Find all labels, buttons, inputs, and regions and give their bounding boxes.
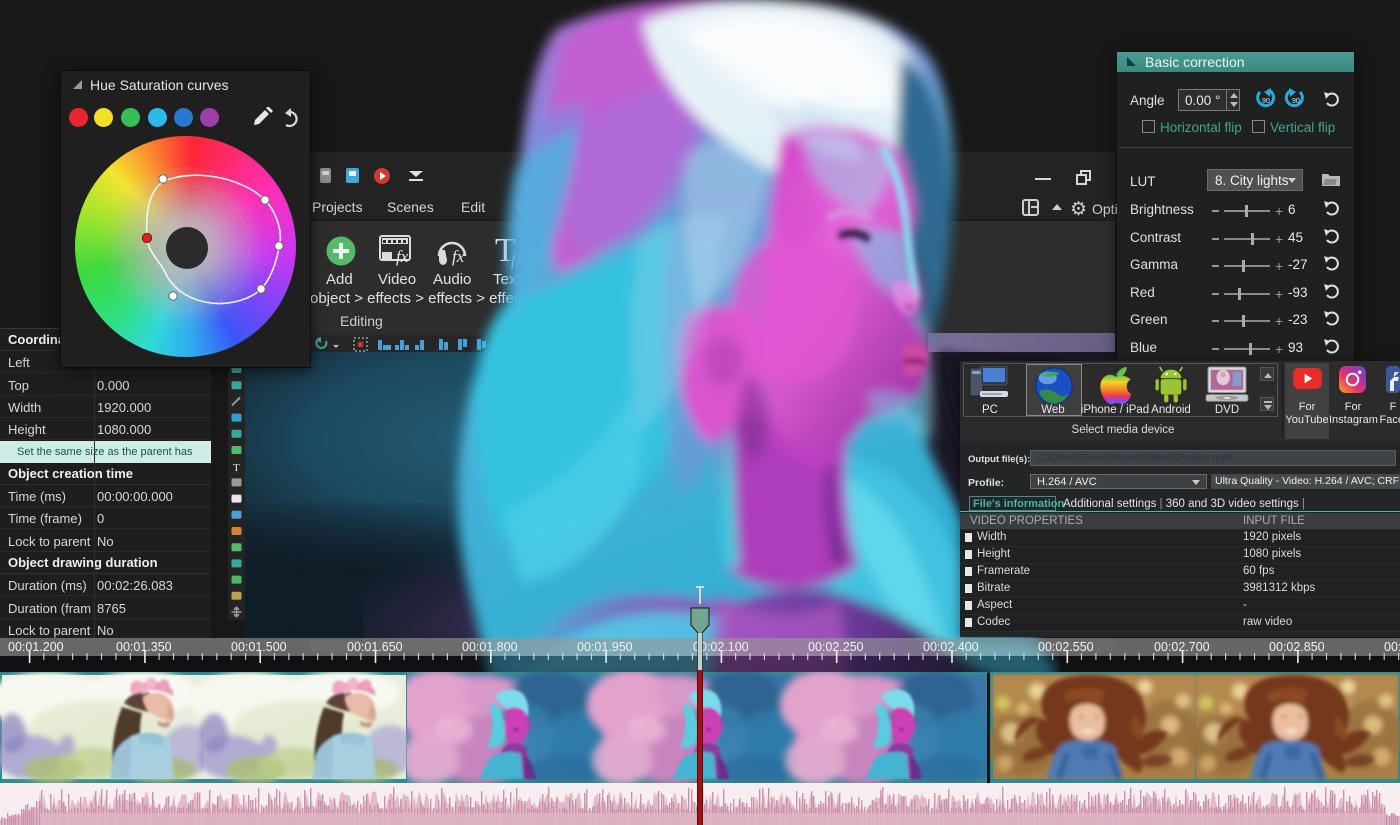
svg-text:T: T (233, 462, 240, 474)
svg-text:90: 90 (1292, 98, 1300, 105)
svg-text:90: 90 (1262, 98, 1270, 105)
